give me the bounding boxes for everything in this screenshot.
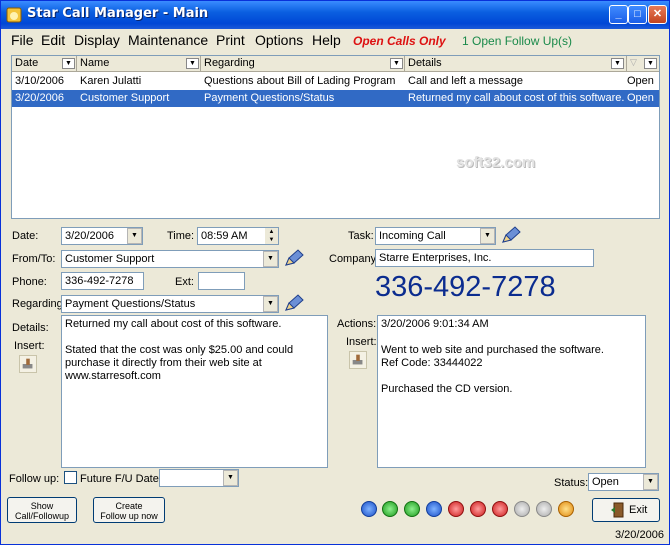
cancel-record-icon[interactable] bbox=[536, 501, 552, 517]
follow-up-label: Follow up: bbox=[9, 473, 60, 485]
stamp-icon bbox=[22, 358, 33, 369]
insert-stamp-icon[interactable] bbox=[349, 351, 367, 369]
exit-button[interactable]: Exit bbox=[592, 498, 660, 522]
edit-pencil-icon[interactable] bbox=[283, 248, 305, 268]
stamp-icon bbox=[352, 354, 363, 365]
from-to-label: From/To: bbox=[12, 253, 56, 265]
future-date-label: Future F/U Date: bbox=[80, 473, 162, 485]
open-calls-only-link[interactable]: Open Calls Only bbox=[353, 34, 446, 48]
menu-maintenance[interactable]: Maintenance bbox=[128, 32, 208, 48]
show-call-followup-button[interactable]: Show Call/Followup bbox=[7, 497, 77, 523]
exit-door-icon bbox=[611, 502, 624, 518]
edit-pencil-icon[interactable] bbox=[500, 225, 522, 245]
filter-icon: ▽ bbox=[630, 57, 637, 67]
first-record-icon[interactable] bbox=[361, 501, 377, 517]
title-bar[interactable]: Star Call Manager - Main _ □ ✕ bbox=[1, 1, 669, 29]
from-to-select[interactable]: Customer Support bbox=[61, 250, 279, 268]
open-followups-link[interactable]: 1 Open Follow Up(s) bbox=[462, 34, 572, 48]
phone-display: 336-492-7278 bbox=[375, 271, 556, 303]
chevron-down-icon[interactable]: ▼ bbox=[643, 474, 658, 490]
ext-field[interactable] bbox=[198, 272, 245, 290]
last-record-icon[interactable] bbox=[426, 501, 442, 517]
status-bar-date: 3/20/2006 bbox=[615, 529, 664, 541]
calls-grid: Date ▼ Name ▼ Regarding ▼ Details ▼ ▽ ▼ … bbox=[11, 55, 660, 219]
menu-display[interactable]: Display bbox=[74, 32, 120, 48]
add-record-icon[interactable] bbox=[448, 501, 464, 517]
date-label: Date: bbox=[12, 230, 39, 242]
actions-textarea[interactable]: 3/20/2006 9:01:34 AM Went to web site an… bbox=[377, 315, 646, 468]
delete-record-icon[interactable] bbox=[470, 501, 486, 517]
details-textarea[interactable]: Returned my call about cost of this soft… bbox=[61, 315, 328, 468]
insert-stamp-icon[interactable] bbox=[19, 355, 37, 373]
minimize-button[interactable]: _ bbox=[609, 5, 628, 24]
actions-label: Actions: bbox=[337, 318, 377, 330]
post-record-icon[interactable] bbox=[514, 501, 530, 517]
menu-print[interactable]: Print bbox=[216, 32, 245, 48]
chevron-down-icon[interactable]: ▼ bbox=[186, 58, 199, 69]
details-insert-label: Insert: bbox=[14, 340, 45, 352]
details-label: Details: bbox=[12, 322, 49, 334]
chevron-down-icon[interactable]: ▼ bbox=[480, 228, 495, 244]
future-followup-checkbox[interactable] bbox=[64, 471, 77, 484]
regarding-label: Regarding: bbox=[12, 298, 66, 310]
menu-edit[interactable]: Edit bbox=[41, 32, 65, 48]
close-button[interactable]: ✕ bbox=[648, 5, 667, 24]
chevron-down-icon[interactable]: ▼ bbox=[611, 58, 624, 69]
edit-pencil-icon[interactable] bbox=[283, 293, 305, 313]
star-app-icon bbox=[6, 7, 22, 23]
menu-options[interactable]: Options bbox=[255, 32, 303, 48]
ext-label: Ext: bbox=[175, 276, 194, 288]
task-label: Task: bbox=[348, 230, 374, 242]
chevron-down-icon[interactable]: ▼ bbox=[223, 470, 238, 486]
window-title: Star Call Manager - Main bbox=[27, 6, 209, 21]
chevron-down-icon[interactable]: ▼ bbox=[127, 228, 142, 244]
previous-record-icon[interactable] bbox=[382, 501, 398, 517]
phone-field[interactable]: 336-492-7278 bbox=[61, 272, 144, 290]
refresh-icon[interactable] bbox=[558, 501, 574, 517]
table-row[interactable]: 3/10/2006 Karen Julatti Questions about … bbox=[12, 73, 659, 90]
menu-help[interactable]: Help bbox=[312, 32, 341, 48]
chevron-down-icon[interactable]: ▼ bbox=[644, 58, 657, 69]
maximize-button[interactable]: □ bbox=[628, 5, 647, 24]
chevron-down-icon[interactable]: ▼ bbox=[263, 296, 278, 312]
phone-label: Phone: bbox=[12, 276, 47, 288]
regarding-select[interactable]: Payment Questions/Status bbox=[61, 295, 279, 313]
time-label: Time: bbox=[167, 230, 195, 242]
create-followup-button[interactable]: Create Follow up now bbox=[93, 497, 165, 523]
table-row-selected[interactable]: 3/20/2006 Customer Support Payment Quest… bbox=[12, 90, 659, 107]
col-header-regarding[interactable]: Regarding bbox=[201, 56, 405, 72]
col-header-name[interactable]: Name bbox=[77, 56, 201, 72]
actions-insert-label: Insert: bbox=[346, 336, 377, 348]
chevron-down-icon[interactable]: ▼ bbox=[62, 58, 75, 69]
company-label: Company: bbox=[329, 253, 380, 265]
exit-label: Exit bbox=[629, 504, 648, 516]
main-window: Star Call Manager - Main _ □ ✕ File Edit… bbox=[0, 0, 670, 545]
edit-record-icon[interactable] bbox=[492, 501, 508, 517]
time-stepper[interactable]: ▲ ▼ bbox=[265, 228, 278, 244]
next-record-icon[interactable] bbox=[404, 501, 420, 517]
company-field[interactable]: Starre Enterprises, Inc. bbox=[375, 249, 594, 267]
menu-file[interactable]: File bbox=[11, 32, 34, 48]
watermark: soft32.com bbox=[456, 154, 536, 171]
task-select[interactable]: Incoming Call bbox=[375, 227, 496, 245]
status-label: Status: bbox=[554, 477, 589, 489]
col-header-details[interactable]: Details bbox=[405, 56, 627, 72]
chevron-down-icon[interactable]: ▼ bbox=[263, 251, 278, 267]
menu-bar: File Edit Display Maintenance Print Opti… bbox=[1, 29, 669, 51]
chevron-down-icon[interactable]: ▼ bbox=[390, 58, 403, 69]
